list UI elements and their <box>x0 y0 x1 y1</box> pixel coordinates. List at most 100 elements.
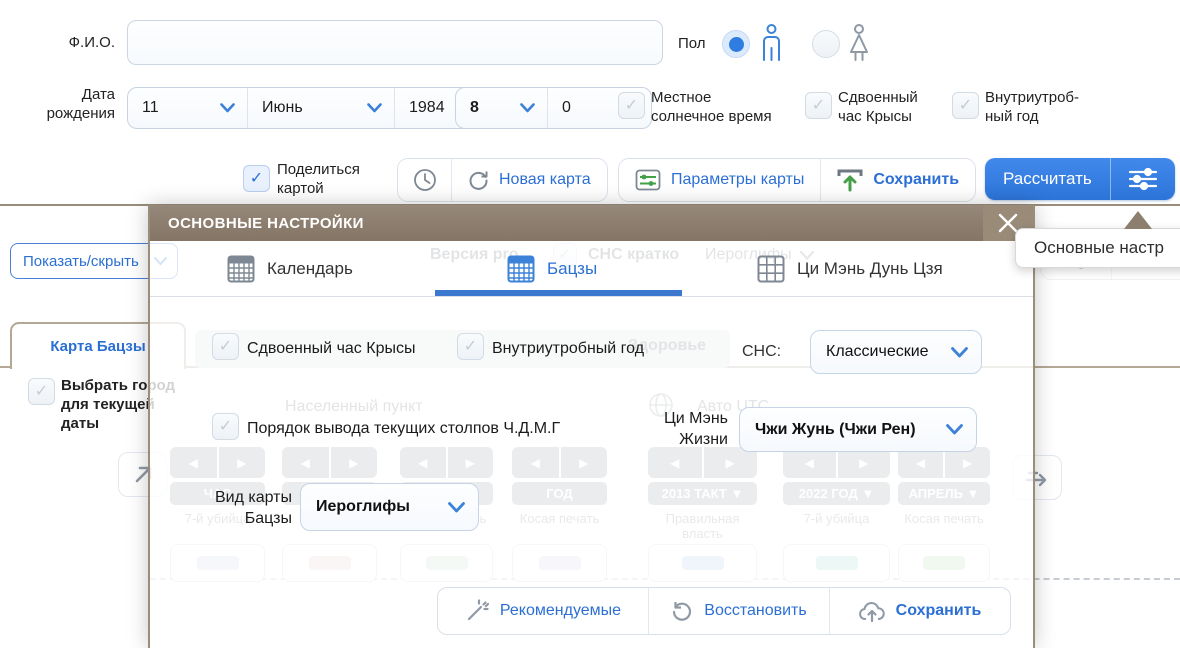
check-icon: ✓ <box>464 339 477 355</box>
tab-bazi-chart-label: Карта Бацзы <box>50 338 145 355</box>
year-value: 1984 <box>409 99 445 117</box>
chart-view-value: Иероглифы <box>316 498 410 516</box>
modal-double-rat-checkbox[interactable]: ✓ <box>212 333 239 360</box>
select-city-checkbox[interactable]: ✓ <box>28 378 55 405</box>
check-icon: ✓ <box>250 171 263 187</box>
birth-date-label: Дата рождения <box>30 85 115 123</box>
tooltip-arrow <box>1124 211 1152 229</box>
check-icon: ✓ <box>219 419 232 435</box>
local-solar-time-checkbox[interactable]: ✓ <box>618 92 645 119</box>
sns-value: Классические <box>826 343 929 361</box>
fio-label: Ф.И.О. <box>30 33 115 52</box>
gender-male-radio[interactable] <box>722 30 750 58</box>
pillar-order-label: Порядок вывода текущих столпов Ч.Д.М.Г <box>247 418 560 439</box>
tab-calendar-label: Календарь <box>267 259 353 279</box>
share-chart-label: Поделиться картой <box>277 160 377 198</box>
new-chart-button[interactable]: Новая карта <box>451 159 607 201</box>
new-chart-label: Новая карта <box>499 171 591 189</box>
modal-titlebar: ОСНОВНЫЕ НАСТРОЙКИ <box>150 205 1033 241</box>
radio-dot-icon <box>729 37 744 52</box>
tab-qimen[interactable]: Ци Мэнь Дунь Цзя <box>757 255 943 283</box>
calendar-icon <box>507 255 535 283</box>
recommended-label: Рекомендуемые <box>500 602 621 620</box>
qimen-life-label: Ци Мэнь Жизни <box>628 408 728 450</box>
chevron-down-icon <box>448 502 465 513</box>
qimen-life-select[interactable]: Чжи Жунь (Чжи Рен) <box>739 407 977 452</box>
male-icon <box>758 24 785 62</box>
gender-female-radio[interactable] <box>812 30 840 58</box>
calculate-button[interactable]: Рассчитать <box>985 158 1110 200</box>
tabs-baseline <box>150 296 1033 297</box>
modal-double-rat-label: Сдвоенный час Крысы <box>247 338 415 359</box>
app-root: Ф.И.О. Пол Дата рождения 11 Июнь 1984 8 <box>0 0 1180 648</box>
tab-bazi[interactable]: Бацзы <box>507 255 597 283</box>
sns-select[interactable]: Классические <box>810 330 982 374</box>
clock-icon <box>413 168 437 192</box>
tab-bazi-label: Бацзы <box>547 259 597 279</box>
history-button[interactable] <box>398 159 451 201</box>
chart-params-label: Параметры карты <box>671 171 804 189</box>
modal-footer-buttons: Рекомендуемые Восстановить Сохранить <box>437 587 1011 635</box>
save-upload-icon <box>837 168 863 192</box>
tooltip-text: Основные настр <box>1034 238 1164 258</box>
tab-calendar[interactable]: Календарь <box>227 255 353 283</box>
chevron-down-icon <box>951 347 968 358</box>
calendar-icon <box>227 255 255 283</box>
chevron-down-icon <box>520 103 535 113</box>
intrauterine-year-label: Внутриутроб­ный год <box>985 88 1100 126</box>
sliders-icon <box>1128 167 1158 191</box>
sns-label: СНС: <box>742 341 781 362</box>
magic-wand-icon <box>465 599 489 623</box>
main-settings-modal: ОСНОВНЫЕ НАСТРОЙКИ Календарь Бацзы <box>148 205 1035 648</box>
chart-params-icon <box>635 169 661 191</box>
restore-button[interactable]: Восстановить <box>648 588 829 634</box>
month-value: Июнь <box>262 99 303 117</box>
modal-intrauterine-label: Внутриутробный год <box>492 338 644 359</box>
check-icon: ✓ <box>219 339 232 355</box>
share-chart-checkbox[interactable]: ✓ <box>243 165 270 192</box>
chart-settings-group: Параметры карты Сохранить <box>618 158 976 202</box>
save-chart-button[interactable]: Сохранить <box>820 159 975 201</box>
recommended-button[interactable]: Рекомендуемые <box>438 588 648 634</box>
calculate-label: Рассчитать <box>1003 169 1092 189</box>
save-chart-label: Сохранить <box>873 171 959 189</box>
chart-params-button[interactable]: Параметры карты <box>619 159 820 201</box>
double-rat-hour-label: Сдвоенный час Крысы <box>838 88 938 126</box>
qimen-life-value: Чжи Жунь (Чжи Рен) <box>755 421 916 439</box>
double-rat-hour-checkbox[interactable]: ✓ <box>805 92 832 119</box>
chart-view-select[interactable]: Иероглифы <box>300 483 479 531</box>
hour-select[interactable]: 8 <box>456 88 547 128</box>
restore-icon <box>671 600 693 622</box>
minute-value: 0 <box>562 99 571 117</box>
modal-intrauterine-checkbox[interactable]: ✓ <box>457 333 484 360</box>
main-settings-button[interactable] <box>1110 158 1175 200</box>
chevron-down-icon <box>220 103 235 113</box>
chart-actions-group: Новая карта <box>397 158 608 202</box>
day-select[interactable]: 11 <box>128 88 247 128</box>
show-hide-label: Показать/скрыть <box>23 253 139 270</box>
month-select[interactable]: Июнь <box>247 88 394 128</box>
fio-input[interactable] <box>127 20 663 65</box>
chevron-down-icon <box>946 424 963 435</box>
chart-view-label: Вид карты Бацзы <box>177 487 292 529</box>
modal-save-label: Сохранить <box>896 602 982 620</box>
check-icon: ✓ <box>812 98 825 114</box>
chevron-down-icon <box>367 103 382 113</box>
female-icon <box>846 24 872 62</box>
local-solar-time-label: Местное солнечное время <box>651 88 786 126</box>
cloud-upload-icon <box>859 600 885 622</box>
intrauterine-year-checkbox[interactable]: ✓ <box>952 92 979 119</box>
calculate-group: Рассчитать <box>985 158 1175 200</box>
check-icon: ✓ <box>35 384 48 400</box>
main-settings-tooltip: Основные настр <box>1015 228 1180 268</box>
check-icon: ✓ <box>625 98 638 114</box>
pillar-order-checkbox[interactable]: ✓ <box>212 413 239 440</box>
gender-label: Пол <box>678 34 706 53</box>
modal-title: ОСНОВНЫЕ НАСТРОЙКИ <box>168 215 364 232</box>
check-icon: ✓ <box>959 98 972 114</box>
hour-value: 8 <box>470 99 479 117</box>
refresh-icon <box>468 170 489 191</box>
modal-save-button[interactable]: Сохранить <box>829 588 1010 634</box>
tab-qimen-label: Ци Мэнь Дунь Цзя <box>797 259 943 279</box>
grid-icon <box>757 255 785 283</box>
